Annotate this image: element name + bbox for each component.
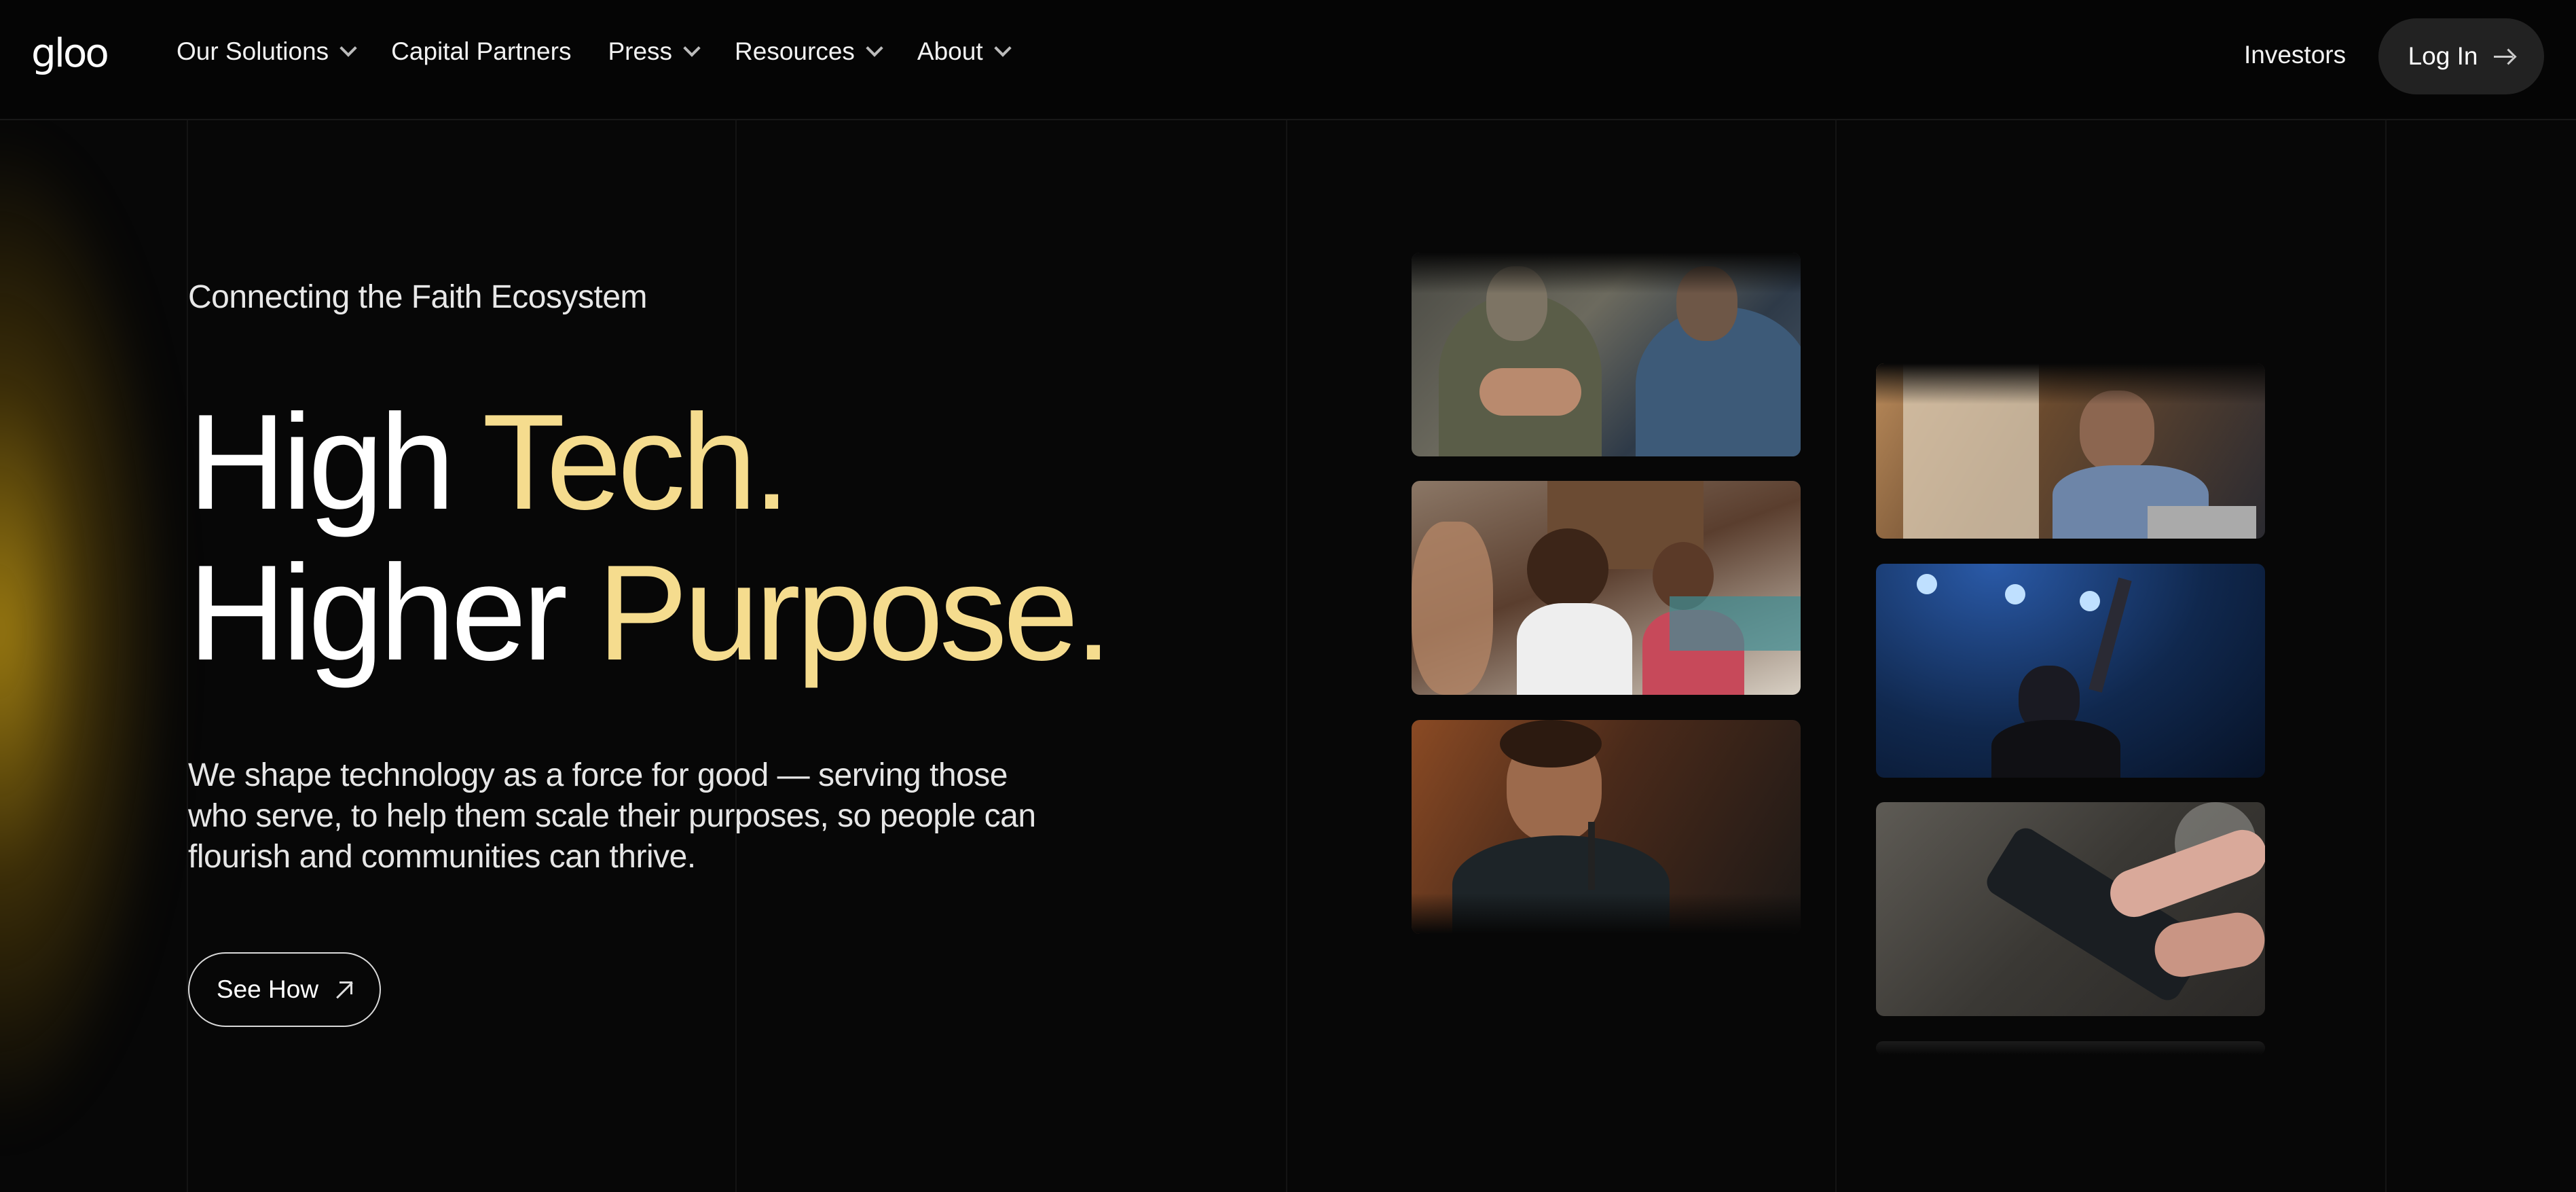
yellow-glow — [0, 122, 177, 1141]
nav-press[interactable]: Press — [608, 37, 701, 66]
nav-our-solutions[interactable]: Our Solutions — [177, 37, 357, 66]
chevron-down-icon — [683, 39, 701, 57]
see-how-button[interactable]: See How — [188, 952, 381, 1027]
grid-line — [2385, 119, 2387, 1192]
login-label: Log In — [2408, 42, 2478, 70]
chevron-down-icon — [993, 39, 1012, 57]
nav-resources[interactable]: Resources — [735, 37, 883, 66]
investors-link[interactable]: Investors — [2244, 41, 2346, 69]
arrow-up-right-icon — [336, 981, 353, 999]
gloo-logo[interactable]: gloo — [31, 30, 109, 76]
login-button[interactable]: Log In — [2378, 18, 2544, 94]
nav-about[interactable]: About — [917, 37, 1012, 66]
hand-on-shoulder-photo — [1412, 253, 1801, 456]
chevron-down-icon — [339, 39, 357, 57]
page: gloo Our Solutions Capital Partners Pres… — [0, 0, 2576, 1192]
nav-label: Our Solutions — [177, 37, 329, 65]
hand-holding-phone-photo — [1876, 802, 2265, 1016]
hero-description: We shape technology as a force for good … — [188, 757, 1036, 875]
nav-label: About — [917, 37, 983, 65]
headline-line1: High Tech. — [188, 386, 790, 538]
headline-line2: Higher Purpose. — [188, 537, 1112, 689]
nav-capital-partners[interactable]: Capital Partners — [391, 37, 571, 66]
main-nav: Our Solutions Capital Partners Press Res… — [177, 37, 1046, 66]
chevron-down-icon — [866, 39, 883, 57]
nav-label: Resources — [735, 37, 855, 65]
arrow-right-icon — [2494, 48, 2517, 65]
hero-eyebrow: Connecting the Faith Ecosystem — [188, 279, 648, 315]
top-navbar: gloo Our Solutions Capital Partners Pres… — [0, 0, 2576, 120]
grid-line — [1835, 119, 1837, 1192]
nav-label: Capital Partners — [391, 37, 572, 65]
see-how-label: See How — [216, 975, 319, 1003]
people-working-laptop-photo — [1876, 363, 2265, 539]
man-singing-microphone-photo — [1412, 720, 1801, 934]
gallery-next-photo-edge — [1876, 1041, 2265, 1055]
hero-headline: High Tech. Higher Purpose. — [188, 386, 1112, 689]
grid-line — [1286, 119, 1287, 1192]
woman-worship-stage-photo — [1876, 564, 2265, 778]
nav-label: Press — [608, 37, 673, 65]
two-women-talking-photo — [1412, 481, 1801, 695]
